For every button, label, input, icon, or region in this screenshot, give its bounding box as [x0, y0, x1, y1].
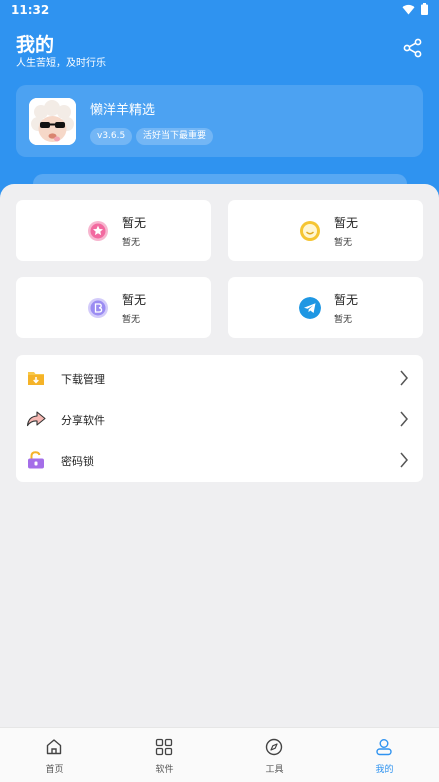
- tab-mine[interactable]: 我的: [330, 728, 439, 782]
- stat-subtitle: 暂无: [122, 315, 141, 325]
- status-time: 11:32: [11, 3, 50, 17]
- status-bar: 11:32: [0, 0, 439, 20]
- unlock-icon: [28, 451, 44, 469]
- stat-subtitle: 暂无: [334, 315, 353, 325]
- motto-badge: 活好当下最重要: [136, 128, 214, 145]
- profile-card[interactable]: 懒洋羊精选 v3.6.5 活好当下最重要: [16, 85, 423, 157]
- tab-label: 工具: [265, 765, 284, 775]
- chevron-right-icon: [400, 370, 408, 386]
- user-icon: [376, 739, 392, 756]
- stat-card-1[interactable]: 暂无 暂无: [16, 200, 211, 261]
- share-icon[interactable]: [403, 38, 423, 58]
- version-badge: v3.6.5: [90, 128, 133, 145]
- menu-item-share-app[interactable]: 分享软件: [16, 399, 423, 439]
- wifi-icon: [402, 4, 415, 15]
- tab-tools[interactable]: 工具: [220, 728, 329, 782]
- share-arrow-icon: [26, 411, 46, 427]
- bottom-tab-bar: 首页 软件 工具 我的: [0, 727, 439, 782]
- stat-title: 暂无: [334, 216, 359, 230]
- download-folder-icon: [28, 372, 44, 385]
- stat-card-2[interactable]: 暂无 暂无: [228, 200, 423, 261]
- home-icon: [46, 739, 62, 755]
- page-title: 我的: [16, 34, 55, 56]
- tab-label: 首页: [45, 765, 64, 775]
- tab-label: 软件: [155, 765, 174, 775]
- chevron-right-icon: [400, 411, 408, 427]
- battery-icon: [421, 3, 428, 15]
- chevron-right-icon: [400, 452, 408, 468]
- stat-subtitle: 暂无: [122, 238, 141, 248]
- page-subtitle: 人生苦短，及时行乐: [16, 58, 106, 69]
- stat-subtitle: 暂无: [334, 238, 353, 248]
- status-icons: [402, 3, 428, 15]
- menu-label: 下载管理: [61, 373, 105, 386]
- tab-label: 我的: [375, 765, 394, 775]
- stat-card-3[interactable]: 暂无 暂无: [16, 277, 211, 338]
- star-badge-icon: [88, 221, 108, 241]
- smile-face-icon: [300, 221, 320, 241]
- menu-item-download-manager[interactable]: 下载管理: [16, 358, 423, 398]
- sheep-avatar-image: [29, 98, 76, 145]
- menu-label: 密码锁: [61, 455, 94, 468]
- compass-icon: [265, 738, 283, 756]
- stat-title: 暂无: [334, 293, 359, 307]
- app-name: 懒洋羊精选: [90, 103, 156, 118]
- stat-title: 暂无: [122, 293, 147, 307]
- telegram-icon: [299, 297, 321, 319]
- menu-label: 分享软件: [61, 414, 105, 427]
- tab-home[interactable]: 首页: [0, 728, 109, 782]
- settings-menu: 下载管理 分享软件 密码锁: [16, 355, 423, 482]
- avatar: [29, 98, 76, 145]
- b-coin-icon: [88, 298, 108, 318]
- menu-item-password-lock[interactable]: 密码锁: [16, 440, 423, 480]
- content-panel: [0, 184, 439, 782]
- stat-title: 暂无: [122, 216, 147, 230]
- grid-icon: [155, 738, 173, 756]
- tab-software[interactable]: 软件: [110, 728, 219, 782]
- stat-card-4[interactable]: 暂无 暂无: [228, 277, 423, 338]
